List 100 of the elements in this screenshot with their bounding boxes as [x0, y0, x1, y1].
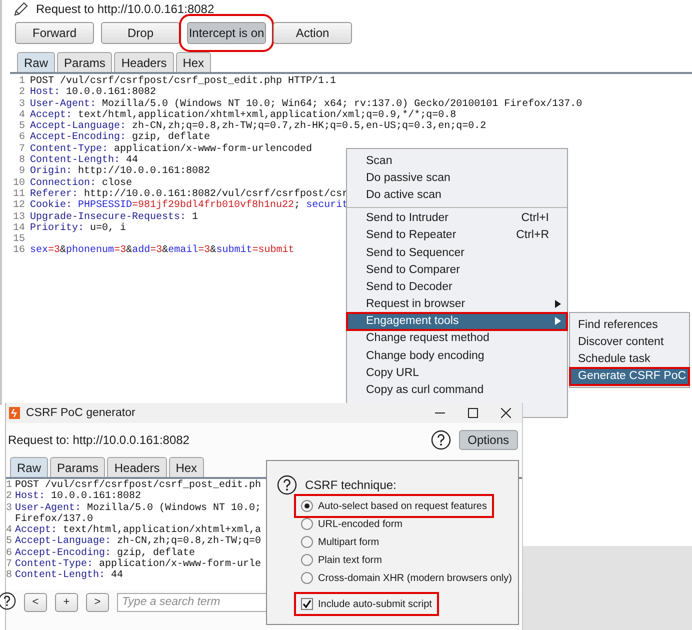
code-line: Accept: text/html,application/xhtml+xml,a	[15, 525, 262, 536]
line-number: 3	[18, 98, 26, 110]
line-number: 8	[6, 570, 14, 582]
menu-item[interactable]: Change body encoding	[347, 347, 567, 364]
code-line: POST /vul/csrf/csrfpost/csrf_post_edit.php HTTP/1.1	[30, 76, 336, 87]
code-line: Accept-Encoding: gzip, deflate	[15, 548, 196, 559]
code-line: Origin: http://10.0.0.161:8082	[30, 166, 210, 178]
tab[interactable]: Headers	[107, 457, 167, 477]
tab[interactable]: Raw	[10, 457, 48, 477]
menu-item[interactable]: Find references	[570, 316, 689, 334]
line-number: 13	[12, 212, 26, 223]
radio-icon[interactable]	[301, 572, 313, 584]
line-number: 6	[6, 548, 14, 559]
line-number: 2	[18, 87, 26, 99]
code-line: Host: 10.0.0.161:8082	[15, 491, 142, 502]
menu-item[interactable]: Schedule task	[570, 350, 689, 368]
radio-icon[interactable]	[301, 554, 313, 566]
search-field[interactable]: Type a search term	[117, 592, 267, 612]
menu-item[interactable]: Request in browser	[347, 296, 567, 313]
tab[interactable]: Params	[50, 457, 106, 477]
menu-item[interactable]: Scan	[347, 152, 567, 170]
code-line: Priority: u=0, i	[30, 222, 126, 234]
toolbar-button[interactable]: Action	[273, 22, 352, 44]
request-title: Request to http://10.0.0.161:8082	[36, 2, 214, 16]
tab[interactable]: Raw	[17, 52, 56, 72]
code-line: sex=3&phonenum=3&add=3&email=3&submit=submit	[30, 245, 294, 257]
tab[interactable]: Headers	[114, 52, 174, 72]
radio-option[interactable]: URL-encoded form	[297, 515, 406, 533]
line-number: 6	[18, 132, 26, 144]
code-line: Host: 10.0.0.161:8082	[30, 87, 156, 98]
line-number: 7	[18, 144, 26, 155]
line-number: 7	[6, 559, 14, 570]
line-number: 1	[18, 76, 26, 87]
code-line: Upgrade-Insecure-Requests: 1	[30, 212, 198, 223]
code-line: Accept-Language: zh-CN,zh;q=0.8,zh-TW;q=0.7,zh-HK;q=0.5,en-US;q=0.3,en;q=0.2	[30, 121, 486, 132]
line-number: 11	[12, 188, 26, 200]
menu-item[interactable]: Send to Comparer	[347, 261, 567, 278]
help-icon[interactable]	[277, 475, 297, 495]
menu-item[interactable]: Change request method	[347, 330, 567, 348]
radio-option[interactable]: Multipart form	[297, 533, 384, 551]
app-icon	[9, 407, 20, 419]
checkbox-option[interactable]: Include auto-submit script	[297, 595, 436, 613]
radio-option[interactable]: Cross-domain XHR (modern browsers only)	[297, 569, 516, 587]
tab[interactable]: Hex	[168, 457, 204, 477]
menu-item[interactable]: Send to Sequencer	[347, 244, 567, 262]
radio-icon[interactable]	[301, 500, 313, 512]
nav-button[interactable]: <	[24, 592, 47, 612]
radio-icon[interactable]	[301, 518, 313, 530]
menu-item[interactable]: Send to Decoder	[347, 278, 567, 296]
line-number: 4	[18, 110, 26, 121]
help-icon[interactable]	[430, 430, 451, 450]
line-number: 8	[18, 155, 26, 166]
help-icon[interactable]	[0, 592, 16, 610]
code-line: Accept-Encoding: gzip, deflate	[30, 132, 210, 144]
dialog-title: CSRF PoC generator	[26, 407, 136, 419]
checkbox-icon[interactable]	[301, 598, 313, 610]
close-icon[interactable]	[500, 408, 510, 418]
menu-item[interactable]: Do passive scan	[347, 169, 567, 186]
tab[interactable]: Params	[57, 52, 112, 72]
nav-button[interactable]: +	[55, 592, 78, 612]
line-number: 4	[6, 525, 14, 536]
line-number: 2	[6, 491, 14, 503]
code-line: POST /vul/csrf/csrfpost/csrf_post_edit.ph	[15, 480, 262, 491]
tab[interactable]: Hex	[176, 52, 212, 72]
code-line: Accept: text/html,application/xhtml+xml,application/xml;q=0.9,*/*;q=0.8	[30, 110, 456, 121]
technique-heading: CSRF technique:	[305, 478, 396, 492]
code-line: Content-Length: 44	[15, 570, 124, 582]
code-line: Content-Length: 44	[30, 155, 138, 166]
code-line: User-Agent: Mozilla/5.0 (Windows NT 10.0;	[15, 502, 262, 514]
options-button[interactable]: Options	[458, 430, 518, 450]
toolbar-button[interactable]: Drop	[101, 22, 180, 44]
code-line: Firefox/137.0	[15, 514, 94, 525]
radio-option[interactable]: Plain text form	[297, 551, 386, 569]
toolbar-button[interactable]: Forward	[15, 22, 94, 44]
menu-item[interactable]: Do active scan	[347, 186, 567, 204]
menu-item[interactable]: Send to Intruder Ctrl+I	[347, 210, 567, 227]
nav-button[interactable]: >	[86, 592, 109, 612]
line-number: 9	[18, 166, 26, 178]
line-number: 5	[18, 121, 26, 132]
line-number: 3	[6, 502, 14, 514]
code-line: Cookie: PHPSESSID=981jf29bdl4frb010vf8h1nu22; securit	[30, 200, 348, 212]
line-number: 15	[12, 234, 26, 246]
menu-item[interactable]: Copy as curl command	[347, 381, 567, 399]
radio-icon[interactable]	[301, 536, 313, 548]
line-number: 10	[12, 178, 26, 189]
line-number: 5	[6, 536, 14, 548]
menu-item[interactable]: Engagement tools	[347, 312, 567, 330]
code-line: Accept-Language: zh-CN,zh;q=0.8,zh-TW;q=0	[15, 536, 262, 548]
line-number: 14	[12, 222, 26, 234]
menu-item[interactable]: Discover content	[570, 333, 689, 350]
code-line: Content-Type: application/x-www-form-urlencoded	[30, 144, 312, 155]
code-line: Connection: close	[30, 178, 132, 189]
code-line: User-Agent: Mozilla/5.0 (Windows NT 10.0; Win64; x64; rv:137.0) Gecko/20100101 Firefox/137.0	[30, 98, 582, 110]
pencil-icon	[14, 2, 28, 16]
maximize-icon[interactable]	[468, 408, 478, 418]
radio-option[interactable]: Auto-select based on request features	[297, 497, 491, 515]
menu-item[interactable]: Copy URL	[347, 364, 567, 382]
menu-item[interactable]: Generate CSRF PoC	[570, 368, 689, 385]
line-number: 1	[6, 480, 14, 491]
menu-item[interactable]: Send to Repeater Ctrl+R	[347, 226, 567, 244]
